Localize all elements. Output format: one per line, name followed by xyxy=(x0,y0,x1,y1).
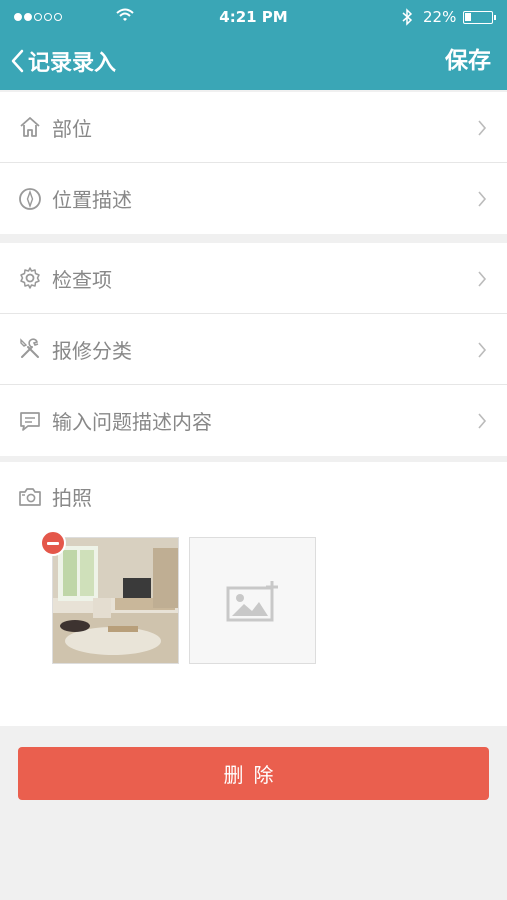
back-button[interactable]: 记录录入 xyxy=(10,44,116,78)
photo-thumbnail[interactable] xyxy=(52,537,179,664)
add-photo-button[interactable] xyxy=(189,537,316,664)
chevron-right-icon xyxy=(478,413,487,429)
screen: 4:21 PM 22% 记录录入 保存 部位 位置描述 检查项 报修分类 输入问… xyxy=(0,0,507,900)
add-image-icon xyxy=(226,580,278,621)
row-problem-description[interactable]: 输入问题描述内容 xyxy=(0,385,507,456)
home-icon xyxy=(18,115,42,139)
row-inspection-item[interactable]: 检查项 xyxy=(0,243,507,314)
chevron-left-icon xyxy=(11,49,24,73)
row-label: 位置描述 xyxy=(52,188,132,212)
row-repair-category[interactable]: 报修分类 xyxy=(0,314,507,385)
row-label: 报修分类 xyxy=(52,338,132,363)
photo-header: 拍照 xyxy=(18,482,92,511)
chevron-right-icon xyxy=(478,342,487,358)
row-label: 输入问题描述内容 xyxy=(52,410,212,434)
status-bar: 4:21 PM 22% xyxy=(0,0,507,34)
nav-title: 记录录入 xyxy=(28,51,117,76)
chevron-right-icon xyxy=(478,191,487,207)
bluetooth-icon xyxy=(402,8,413,26)
row-location-description[interactable]: 位置描述 xyxy=(0,163,507,234)
gear-icon xyxy=(18,266,42,290)
top-bar: 4:21 PM 22% 记录录入 保存 xyxy=(0,0,507,90)
nav-bar: 记录录入 保存 xyxy=(0,34,507,90)
battery-fill xyxy=(465,13,471,21)
comment-icon xyxy=(18,409,42,433)
chevron-right-icon xyxy=(478,271,487,287)
inspection-group: 检查项 报修分类 输入问题描述内容 xyxy=(0,243,507,456)
living-room-photo xyxy=(53,538,178,663)
camera-icon xyxy=(18,485,42,509)
row-label: 检查项 xyxy=(52,267,112,292)
location-group: 部位 位置描述 xyxy=(0,92,507,234)
tools-icon xyxy=(18,337,42,361)
delete-button[interactable]: 删除 xyxy=(18,747,489,800)
row-part[interactable]: 部位 xyxy=(0,92,507,163)
photo-label: 拍照 xyxy=(52,486,92,510)
row-label: 部位 xyxy=(52,116,92,141)
battery-percent: 22% xyxy=(423,8,457,26)
photo-section: 拍照 xyxy=(0,462,507,726)
save-button[interactable]: 保存 xyxy=(445,44,491,78)
chevron-right-icon xyxy=(478,120,487,136)
compass-icon xyxy=(18,187,42,211)
battery-icon xyxy=(463,11,496,24)
remove-photo-button[interactable] xyxy=(40,530,66,556)
